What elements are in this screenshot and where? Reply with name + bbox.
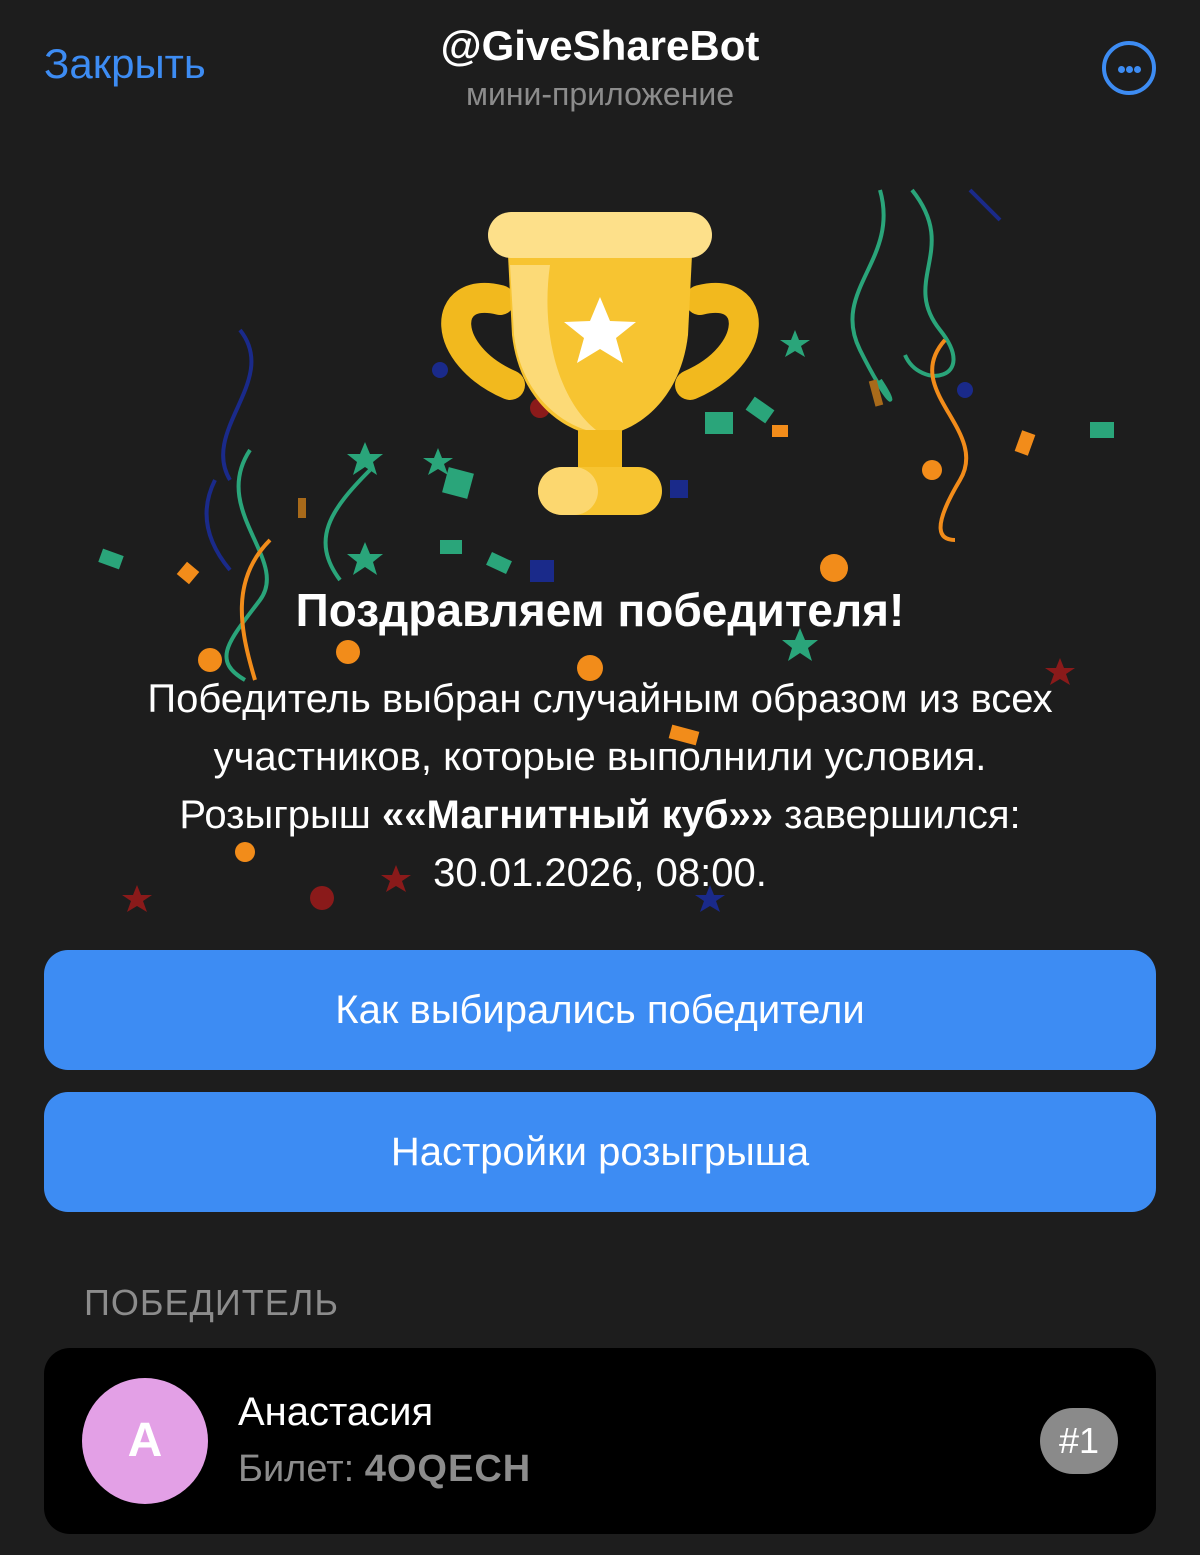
top-bar: Закрыть @GiveShareBot мини-приложение (0, 0, 1200, 130)
giveaway-settings-button[interactable]: Настройки розыгрыша (44, 1092, 1156, 1212)
winner-section-title: ПОБЕДИТЕЛЬ (84, 1282, 340, 1323)
headline: Поздравляем победителя! (295, 584, 905, 636)
desc-line-1: Победитель выбран случайным образом из в… (147, 677, 1053, 721)
giveaway-name: ««Магнитный куб»» (382, 793, 774, 837)
close-button[interactable]: Закрыть (44, 40, 206, 88)
trophy-icon (441, 212, 759, 515)
bot-subtitle: мини-приложение (465, 76, 735, 112)
desc-line-3: Розыгрыш ««Магнитный куб»» завершился: (60, 786, 1140, 844)
winner-card[interactable]: А Анастасия Билет: 4OQECH #1 (44, 1348, 1156, 1534)
avatar: А (82, 1378, 208, 1504)
desc-suffix: завершился: (773, 793, 1021, 837)
end-datetime: 30.01.2026, 08:00. (433, 851, 767, 895)
ticket-info: Билет: 4OQECH (238, 1448, 531, 1491)
more-dots-icon[interactable] (1102, 41, 1156, 95)
desc-prefix: Розыгрыш (179, 793, 382, 837)
desc-line-2: участников, которые выполнили условия. (213, 735, 987, 779)
ticket-label: Билет: (238, 1448, 365, 1490)
rank-badge: #1 (1040, 1408, 1118, 1474)
title-block: @GiveShareBot мини-приложение (300, 20, 900, 116)
result-description: Победитель выбран случайным образом из в… (60, 670, 1140, 902)
bot-name: @GiveShareBot (440, 22, 760, 69)
winner-name: Анастасия (238, 1390, 434, 1434)
how-winners-button[interactable]: Как выбирались победители (44, 950, 1156, 1070)
ticket-code: 4OQECH (364, 1448, 532, 1490)
